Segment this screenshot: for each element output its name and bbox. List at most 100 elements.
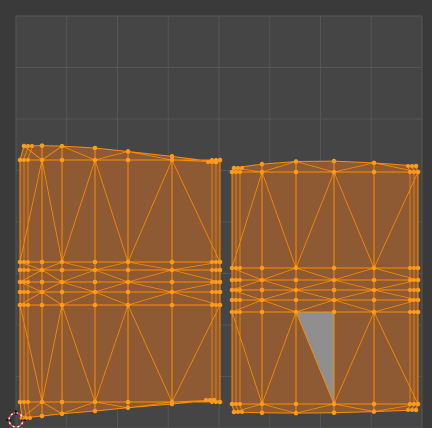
uv-vertex[interactable] <box>331 309 337 315</box>
uv-vertex[interactable] <box>412 298 416 302</box>
uv-vertex[interactable] <box>125 405 131 411</box>
uv-vertex[interactable] <box>259 297 265 303</box>
uv-vertex[interactable] <box>293 410 299 416</box>
uv-vertex[interactable] <box>22 260 26 264</box>
uv-vertex[interactable] <box>24 416 28 420</box>
uv-vertex[interactable] <box>331 158 337 164</box>
uv-vertex[interactable] <box>412 266 416 270</box>
uv-vertex[interactable] <box>412 288 416 292</box>
uv-vertex[interactable] <box>39 302 45 308</box>
uv-vertex[interactable] <box>234 170 238 174</box>
uv-vertex[interactable] <box>371 160 377 166</box>
uv-vertex[interactable] <box>125 149 131 154</box>
uv-vertex[interactable] <box>204 398 208 402</box>
uv-vertex[interactable] <box>26 268 30 272</box>
uv-editor-viewport[interactable] <box>0 0 432 428</box>
uv-vertex[interactable] <box>240 410 244 414</box>
uv-vertex[interactable] <box>26 280 30 284</box>
uv-vertex[interactable] <box>59 259 65 265</box>
uv-vertex[interactable] <box>92 145 98 151</box>
uv-vertex[interactable] <box>17 279 23 285</box>
uv-vertex[interactable] <box>169 279 175 285</box>
uv-vertex[interactable] <box>210 268 214 272</box>
uv-vertex[interactable] <box>26 158 30 162</box>
uv-vertex[interactable] <box>293 277 299 283</box>
uv-vertex[interactable] <box>238 170 242 174</box>
uv-vertex[interactable] <box>238 266 242 270</box>
uv-vertex[interactable] <box>39 279 45 285</box>
uv-vertex[interactable] <box>26 144 30 148</box>
uv-vertex[interactable] <box>39 267 45 273</box>
uv-vertex[interactable] <box>125 259 131 265</box>
uv-vertex[interactable] <box>92 259 98 265</box>
uv-vertex[interactable] <box>22 290 26 294</box>
uv-vertex[interactable] <box>371 277 377 283</box>
uv-vertex[interactable] <box>408 288 412 292</box>
uv-vertex[interactable] <box>92 408 98 414</box>
uv-vertex[interactable] <box>229 297 235 303</box>
uv-vertex[interactable] <box>371 401 377 407</box>
uv-vertex[interactable] <box>415 265 421 271</box>
uv-vertex[interactable] <box>169 259 175 265</box>
uv-vertex[interactable] <box>92 279 98 285</box>
uv-vertex[interactable] <box>412 170 416 174</box>
uv-vertex[interactable] <box>217 302 223 308</box>
uv-vertex[interactable] <box>259 309 265 315</box>
uv-vertex[interactable] <box>217 267 223 273</box>
uv-vertex[interactable] <box>17 289 23 295</box>
uv-vertex[interactable] <box>92 289 98 295</box>
uv-vertex[interactable] <box>234 402 238 406</box>
uv-vertex[interactable] <box>371 265 377 271</box>
uv-vertex[interactable] <box>125 289 131 295</box>
uv-vertex[interactable] <box>169 302 175 308</box>
uv-vertex[interactable] <box>125 302 131 308</box>
uv-vertex[interactable] <box>293 159 299 164</box>
uv-vertex[interactable] <box>259 265 265 271</box>
uv-vertex[interactable] <box>229 287 235 293</box>
uv-vertex[interactable] <box>331 410 337 416</box>
uv-vertex[interactable] <box>408 278 412 282</box>
uv-vertex[interactable] <box>408 170 412 174</box>
uv-vertex[interactable] <box>217 157 223 163</box>
uv-vertex[interactable] <box>293 169 299 175</box>
uv-vertex[interactable] <box>231 165 237 171</box>
uv-vertex[interactable] <box>59 302 65 308</box>
uv-vertex[interactable] <box>229 401 235 407</box>
uv-vertex[interactable] <box>413 407 419 413</box>
uv-vertex[interactable] <box>259 401 265 407</box>
uv-vertex[interactable] <box>231 409 237 415</box>
uv-vertex[interactable] <box>214 158 218 162</box>
uv-vertex[interactable] <box>413 163 419 169</box>
uv-vertex[interactable] <box>59 157 65 163</box>
uv-vertex[interactable] <box>30 144 34 148</box>
uv-vertex[interactable] <box>22 303 26 307</box>
uv-vertex[interactable] <box>214 303 218 307</box>
uv-vertex[interactable] <box>415 401 421 407</box>
uv-vertex[interactable] <box>214 400 218 404</box>
uv-vertex[interactable] <box>234 266 238 270</box>
uv-vertex[interactable] <box>331 287 337 293</box>
uv-vertex[interactable] <box>217 259 223 265</box>
uv-vertex[interactable] <box>408 402 412 406</box>
uv-vertex[interactable] <box>229 169 235 175</box>
uv-vertex[interactable] <box>331 265 337 271</box>
uv-vertex[interactable] <box>169 157 175 163</box>
uv-vertex[interactable] <box>238 298 242 302</box>
uv-vertex[interactable] <box>125 399 131 405</box>
uv-vertex[interactable] <box>259 410 265 416</box>
uv-vertex[interactable] <box>59 143 65 149</box>
uv-vertex[interactable] <box>331 401 337 407</box>
uv-vertex[interactable] <box>408 310 412 314</box>
uv-vertex[interactable] <box>293 309 299 315</box>
uv-vertex[interactable] <box>412 278 416 282</box>
uv-vertex[interactable] <box>410 408 414 412</box>
uv-vertex[interactable] <box>169 401 175 407</box>
uv-vertex[interactable] <box>59 399 65 405</box>
uv-vertex[interactable] <box>210 260 214 264</box>
uv-vertex[interactable] <box>26 303 30 307</box>
uv-vertex[interactable] <box>169 267 175 273</box>
uv-vertex[interactable] <box>238 278 242 282</box>
uv-vertex[interactable] <box>17 399 23 405</box>
uv-vertex[interactable] <box>208 398 212 402</box>
uv-vertex[interactable] <box>410 164 414 168</box>
